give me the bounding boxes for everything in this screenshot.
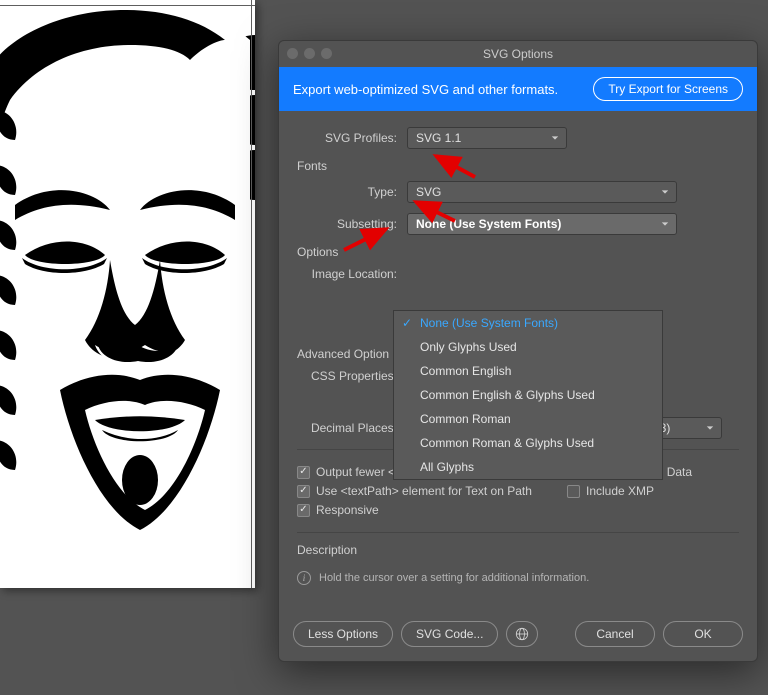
svg-code-button[interactable]: SVG Code... [401,621,498,647]
banner-text: Export web-optimized SVG and other forma… [293,82,558,97]
dropdown-option[interactable]: Common Roman [394,407,662,431]
artwork-face [0,0,255,588]
preview-globe-button[interactable] [506,621,538,647]
fonts-heading: Fonts [297,159,739,173]
dropdown-option[interactable]: Common English & Glyphs Used [394,383,662,407]
window-traffic-lights[interactable] [287,48,332,59]
chevron-down-icon [661,185,669,199]
svg-profiles-label: SVG Profiles: [297,131,407,145]
separator [297,532,739,533]
chevron-down-icon [706,421,714,435]
subsetting-dropdown[interactable]: None (Use System Fonts) Only Glyphs Used… [393,310,663,480]
description-hint: i Hold the cursor over a setting for add… [297,565,739,607]
globe-icon [515,627,529,641]
ok-button[interactable]: OK [663,621,743,647]
dropdown-option[interactable]: Common Roman & Glyphs Used [394,431,662,455]
guide-line [0,5,255,6]
decimal-places-label: Decimal Places: [297,421,407,435]
font-type-select[interactable]: SVG [407,181,677,203]
options-heading: Options [297,245,739,259]
dropdown-option[interactable]: None (Use System Fonts) [394,311,662,335]
css-properties-label: CSS Properties: [297,369,407,383]
dropdown-option[interactable]: Only Glyphs Used [394,335,662,359]
dialog-title: SVG Options [483,47,553,61]
info-icon: i [297,571,311,585]
responsive-checkbox[interactable] [297,504,310,517]
dropdown-option[interactable]: All Glyphs [394,455,662,479]
subsetting-select[interactable]: None (Use System Fonts) [407,213,677,235]
try-export-button[interactable]: Try Export for Screens [593,77,743,101]
less-options-button[interactable]: Less Options [293,621,393,647]
chevron-down-icon [661,217,669,231]
guide-line [251,0,252,588]
dialog-titlebar: SVG Options [279,41,757,67]
dropdown-option[interactable]: Common English [394,359,662,383]
include-xmp-label: Include XMP [586,484,654,498]
description-heading: Description [297,543,739,557]
svg-options-dialog: SVG Options Export web-optimized SVG and… [278,40,758,662]
font-type-label: Type: [297,185,407,199]
include-xmp-checkbox[interactable] [567,485,580,498]
use-textpath-label: Use <textPath> element for Text on Path [316,484,532,498]
output-fewer-checkbox[interactable] [297,466,310,479]
chevron-down-icon [551,131,559,145]
use-textpath-checkbox[interactable] [297,485,310,498]
subsetting-label: Subsetting: [297,217,407,231]
canvas-artboard [0,0,255,588]
image-location-label: Image Location: [297,267,407,281]
cancel-button[interactable]: Cancel [575,621,655,647]
svg-profiles-select[interactable]: SVG 1.1 [407,127,567,149]
responsive-label: Responsive [316,503,379,517]
export-banner: Export web-optimized SVG and other forma… [279,67,757,111]
dialog-footer: Less Options SVG Code... Cancel OK [279,621,757,661]
